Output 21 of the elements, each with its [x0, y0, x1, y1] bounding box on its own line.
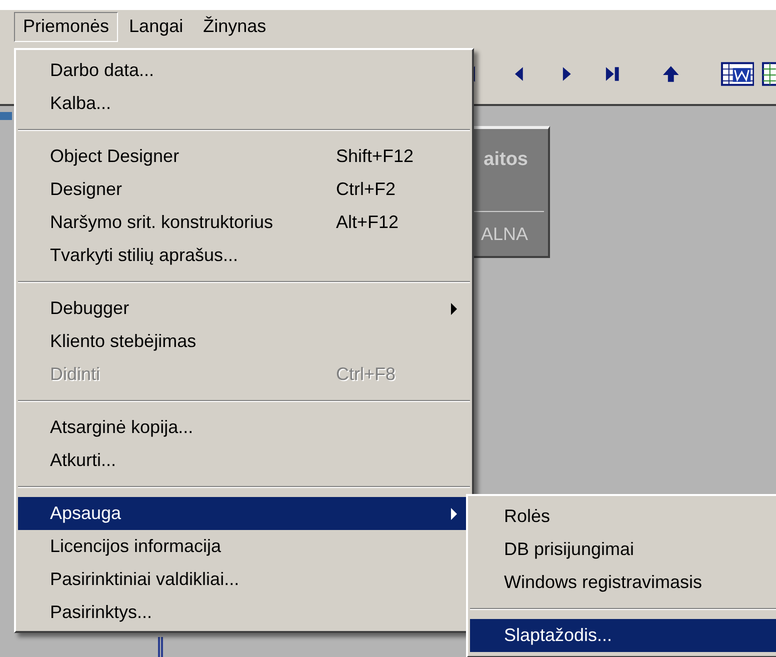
menu-item[interactable]: Slaptažodis...: [470, 619, 776, 652]
menu-item[interactable]: Atsarginė kopija...: [18, 411, 470, 444]
menu-item[interactable]: Object Designer Shift+F12: [18, 140, 470, 173]
menu-bar-item[interactable]: Langai: [120, 12, 192, 42]
menu-item[interactable]: Windows registravimasis: [470, 566, 776, 599]
menu-item[interactable]: Rolės: [470, 500, 776, 533]
menu-item[interactable]: Designer Ctrl+F2: [18, 173, 470, 206]
menu-item[interactable]: Licencijos informacija: [18, 530, 470, 563]
menu-item[interactable]: Atkurti...: [18, 444, 470, 477]
menu-bar-item[interactable]: Priemonės: [14, 12, 118, 42]
menu-item[interactable]: Tvarkyti stilių aprašus...: [18, 239, 470, 272]
menu-item[interactable]: Pasirinktiniai valdikliai...: [18, 563, 470, 596]
menu-item[interactable]: DB prisijungimai: [470, 533, 776, 566]
panel-label: ALNA: [480, 224, 528, 245]
menu-item[interactable]: Debugger: [18, 292, 470, 325]
panel-title: aitos: [484, 149, 528, 171]
menu-item[interactable]: Kliento stebėjimas: [18, 325, 470, 358]
menu-item[interactable]: Kalba...: [18, 87, 470, 120]
menu-bar-item[interactable]: Žinynas: [194, 12, 276, 42]
menu-item[interactable]: Naršymo srit. konstruktorius Alt+F12: [18, 206, 470, 239]
menu-item[interactable]: Pasirinktys...: [18, 596, 470, 629]
